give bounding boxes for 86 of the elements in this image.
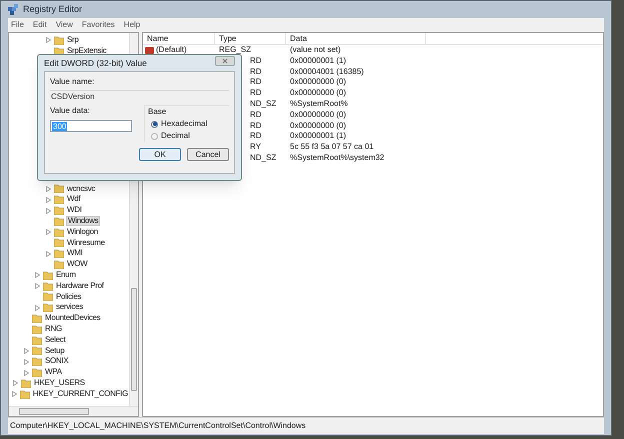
field-label: Value data: [50, 105, 91, 117]
tree-item[interactable]: Windows [66, 216, 100, 226]
table-cell: 0x00000001 (1) [290, 56, 346, 65]
expand-arrow-icon[interactable] [46, 186, 50, 192]
column-header[interactable]: Data [286, 33, 426, 44]
tree-item[interactable]: Policies [55, 292, 82, 302]
menu-item[interactable]: File [11, 19, 24, 31]
radio-label: Hexadecimal [161, 118, 208, 130]
app-icon [8, 4, 19, 15]
value-name-field[interactable]: CSDVersion [50, 90, 229, 101]
table-cell: %SystemRoot% [290, 98, 348, 108]
table-cell: 0x00004001 (16385) [290, 66, 364, 76]
expand-arrow-icon[interactable] [34, 283, 40, 290]
expand-arrow-icon[interactable] [46, 250, 50, 257]
table-cell: RD [250, 56, 262, 65]
tree-item[interactable]: MountedDevices [44, 313, 102, 324]
table-cell: RD [250, 110, 262, 119]
close-icon [222, 58, 228, 64]
group-label: Base [148, 106, 168, 118]
radio-button[interactable] [151, 132, 158, 140]
tree-item[interactable]: wcncsvc [66, 184, 96, 194]
table-cell: 0x00000001 (1) [290, 131, 346, 140]
tree-item[interactable]: Srp [66, 35, 80, 46]
table-cell: ND_SZ [250, 152, 276, 162]
tree-item[interactable]: WMI [66, 248, 84, 260]
radio-label: Decimal [161, 130, 190, 142]
column-header[interactable]: Name [143, 33, 215, 44]
status-bar: Computer\HKEY_LOCAL_MACHINE\SYSTEM\CurrentControlSet\Control\Windows [8, 417, 604, 434]
table-cell: 0x00000000 (0) [290, 120, 346, 130]
dialog-button[interactable]: OK [139, 148, 181, 161]
dialog-title: Edit DWORD (32-bit) Value [44, 56, 147, 70]
tree-item[interactable]: Wdf [66, 194, 82, 206]
string-value-icon [145, 46, 154, 54]
table-cell: RD [250, 120, 262, 130]
menu-item[interactable]: Edit [32, 19, 47, 31]
table-cell: RD [250, 131, 262, 140]
expand-arrow-icon[interactable] [24, 348, 28, 354]
expand-arrow-icon[interactable] [24, 358, 28, 365]
field-label: Value name: [50, 76, 96, 88]
expand-arrow-icon[interactable] [12, 391, 17, 398]
expand-arrow-icon[interactable] [24, 370, 28, 376]
menu-item[interactable]: Favorites [82, 19, 115, 31]
window-title: Registry Editor [23, 2, 82, 16]
tree-item[interactable]: WOW [66, 259, 88, 270]
table-cell: RD [250, 77, 262, 86]
table-cell: (Default) [156, 45, 187, 56]
table-cell: 0x00000000 (0) [290, 88, 346, 98]
table-cell: %SystemRoot%\system32 [290, 152, 384, 162]
expand-arrow-icon[interactable] [12, 380, 18, 386]
expand-arrow-icon[interactable] [46, 208, 50, 214]
tree-item[interactable]: SONIX [44, 356, 70, 368]
tree-item[interactable]: Winresume [66, 238, 106, 248]
table-cell: 5c 55 f3 5a 07 57 ca 01 [290, 142, 374, 152]
expand-arrow-icon[interactable] [34, 272, 40, 278]
expand-arrow-icon[interactable] [46, 196, 50, 203]
tree-item[interactable]: Winlogon [66, 226, 99, 238]
table-cell: 0x00000000 (0) [290, 77, 346, 86]
tree-item[interactable]: Enum [55, 270, 77, 281]
expand-arrow-icon[interactable] [46, 229, 50, 236]
tree-item[interactable]: services [55, 302, 84, 314]
table-cell: RD [250, 88, 262, 98]
table-cell: ND_SZ [250, 98, 276, 108]
column-header[interactable]: Type [215, 33, 286, 44]
horizontal-scrollbar[interactable] [9, 406, 138, 416]
tree-item[interactable]: HKEY_USERS [33, 378, 86, 389]
tree-item[interactable]: Setup [44, 346, 66, 356]
table-cell: RD [250, 66, 262, 76]
folder-icon [20, 390, 30, 399]
radio-button[interactable] [151, 120, 158, 128]
tree-item[interactable]: Select [44, 334, 66, 346]
expand-arrow-icon[interactable] [46, 37, 50, 44]
tree-item[interactable]: Hardware Prof [55, 280, 105, 292]
menu-item[interactable]: Help [124, 19, 140, 31]
tree-item[interactable]: HKEY_CURRENT_CONFIG [32, 388, 129, 400]
tree-item[interactable]: RNG [44, 324, 63, 335]
table-cell: REG_SZ [219, 45, 252, 54]
tree-item[interactable]: SrpExtensic [66, 46, 108, 57]
table-cell: 0x00000000 (0) [290, 110, 346, 119]
tree-item[interactable]: WDI [66, 205, 83, 216]
menu-item[interactable]: View [56, 19, 73, 31]
dialog-button[interactable]: Cancel [187, 148, 229, 161]
expand-arrow-icon[interactable] [34, 304, 40, 311]
tree-item[interactable]: WPA [44, 367, 63, 378]
close-button[interactable] [215, 56, 235, 66]
table-cell: RY [250, 142, 261, 152]
table-cell: (value not set) [290, 45, 341, 54]
